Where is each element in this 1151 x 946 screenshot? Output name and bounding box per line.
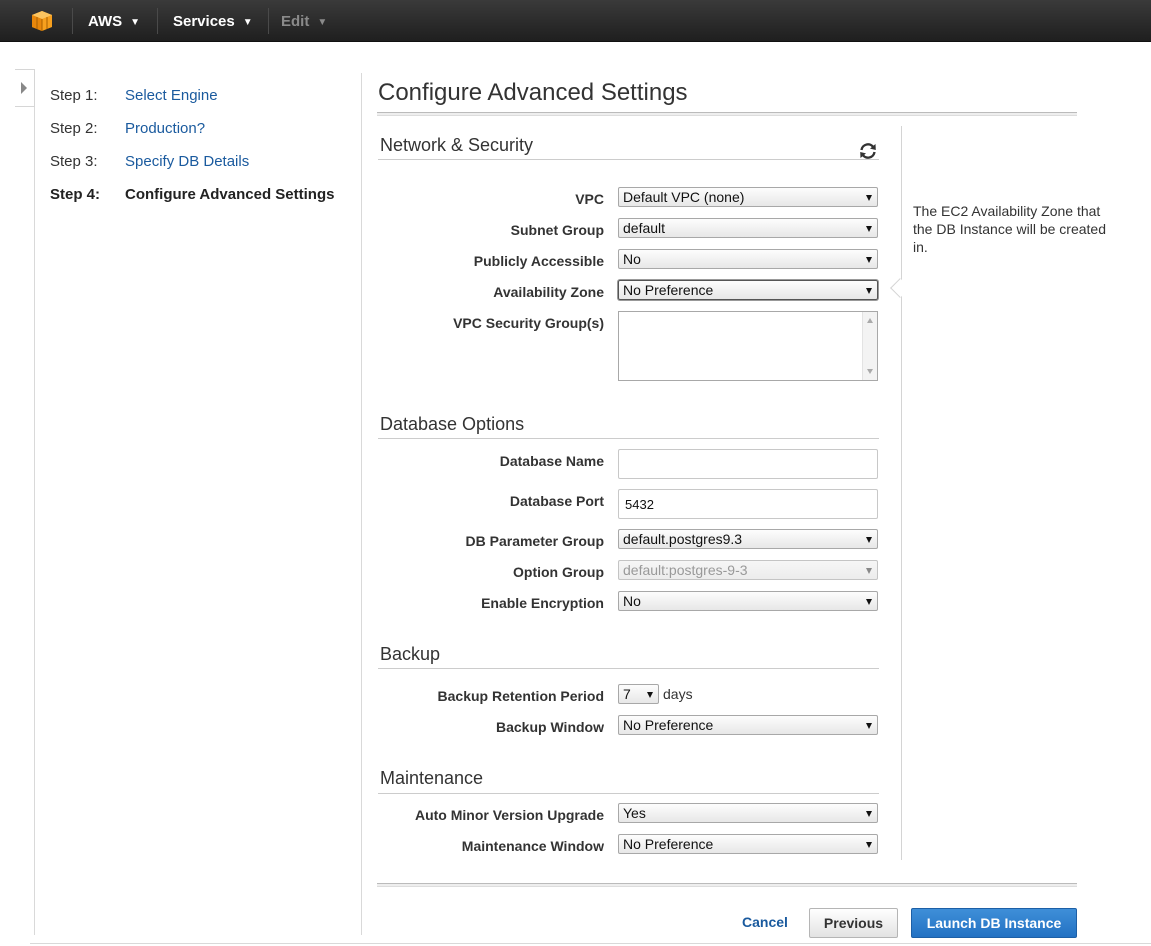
auto-minor-version-upgrade-label: Auto Minor Version Upgrade [414,807,604,823]
db-parameter-group-select[interactable]: default.postgres9.3 [618,529,878,549]
section-title-network-security: Network & Security [380,135,534,155]
chevron-down-icon: ▼ [242,17,253,28]
dropdown-arrow-icon [866,537,872,543]
step-link-production[interactable]: Production? [125,120,205,137]
section-divider [378,668,879,669]
bottom-divider [30,943,1151,944]
publicly-accessible-select-value: No [623,251,641,267]
aws-menu[interactable]: AWS ▼ [88,0,140,42]
scroll-up-arrow-icon[interactable] [867,318,873,323]
listbox-scrollbar[interactable] [862,312,877,380]
database-name-input[interactable] [618,449,878,479]
help-panel-border [901,126,902,860]
auto-minor-version-upgrade-select-value: Yes [623,805,646,821]
dropdown-arrow-icon [866,195,872,201]
section-title-backup: Backup [380,644,441,664]
chevron-down-icon: ▼ [317,17,328,28]
dropdown-arrow-icon [866,288,872,294]
dropdown-arrow-icon [866,257,872,263]
services-menu[interactable]: Services ▼ [173,0,253,42]
nav-divider [268,8,269,34]
dropdown-arrow-icon [866,723,872,729]
dropdown-arrow-icon [866,811,872,817]
db-parameter-group-label: DB Parameter Group [465,533,604,549]
dropdown-arrow-icon [866,226,872,232]
sidebar-divider [34,107,35,935]
section-title-maintenance: Maintenance [380,768,484,788]
retention-unit-label: days [663,686,693,702]
step-number: Step 4: [50,186,101,203]
nav-divider [72,8,73,34]
help-panel-pointer [890,278,910,298]
availability-zone-label: Availability Zone [493,284,604,300]
aws-cube-logo-icon[interactable] [30,9,54,33]
launch-db-instance-button[interactable]: Launch DB Instance [911,908,1077,938]
vpc-security-groups-label: VPC Security Group(s) [453,315,604,331]
vpc-label: VPC [575,191,604,207]
database-port-label: Database Port [509,493,604,509]
aws-menu-label: AWS [88,13,123,30]
backup-retention-period-select[interactable]: 7 [618,684,659,704]
step-link-select-engine[interactable]: Select Engine [125,87,218,104]
auto-minor-version-upgrade-select[interactable]: Yes [618,803,878,823]
scroll-down-arrow-icon[interactable] [867,369,873,374]
subnet-group-select-value: default [623,220,666,236]
nav-divider [157,8,158,34]
enable-encryption-label: Enable Encryption [481,595,604,611]
maintenance-window-select-value: No Preference [623,836,714,852]
backup-window-label: Backup Window [496,719,604,735]
dropdown-arrow-icon [866,568,872,574]
subnet-group-label: Subnet Group [510,222,604,238]
top-nav-bar: AWS ▼ Services ▼ Edit ▼ [0,0,1151,42]
cancel-button[interactable]: Cancel [742,914,788,930]
vpc-select-value: Default VPC (none) [623,189,745,205]
help-text: The EC2 Availability Zone that the DB In… [913,203,1106,255]
vpc-select[interactable]: Default VPC (none) [618,187,878,207]
enable-encryption-select-value: No [623,593,641,609]
previous-button[interactable]: Previous [809,908,898,938]
backup-retention-period-label: Backup Retention Period [437,688,604,704]
services-menu-label: Services [173,13,235,30]
backup-retention-period-select-value: 7 [623,686,631,702]
availability-zone-select-value: No Preference [623,282,714,298]
edit-menu[interactable]: Edit ▼ [281,0,327,42]
dropdown-arrow-icon [647,692,653,698]
publicly-accessible-label: Publicly Accessible [473,253,604,269]
step-number: Step 1: [50,87,98,104]
option-group-label: Option Group [513,564,604,580]
title-divider [377,112,1077,116]
edit-menu-label: Edit [281,13,310,30]
sidebar-toggle-button[interactable] [15,69,35,107]
vpc-security-groups-listbox[interactable] [618,311,878,381]
option-group-select[interactable]: default:postgres-9-3 [618,560,878,580]
database-port-input[interactable] [618,489,878,519]
backup-window-select[interactable]: No Preference [618,715,878,735]
database-name-label: Database Name [499,453,604,469]
step-link-specify-db-details[interactable]: Specify DB Details [125,153,249,170]
dropdown-arrow-icon [866,599,872,605]
step-label-current: Configure Advanced Settings [125,186,335,203]
page-title: Configure Advanced Settings [378,79,688,106]
maintenance-window-select[interactable]: No Preference [618,834,878,854]
dropdown-arrow-icon [866,842,872,848]
section-title-database-options: Database Options [380,414,525,434]
section-divider [378,793,879,794]
chevron-right-icon [21,82,27,94]
section-divider [378,438,879,439]
footer-divider [377,883,1077,887]
enable-encryption-select[interactable]: No [618,591,878,611]
content-divider [361,73,362,935]
db-parameter-group-select-value: default.postgres9.3 [623,531,743,547]
publicly-accessible-select[interactable]: No [618,249,878,269]
step-number: Step 2: [50,120,98,137]
backup-window-select-value: No Preference [623,717,714,733]
option-group-select-value: default:postgres-9-3 [623,562,748,578]
step-number: Step 3: [50,153,98,170]
section-divider [378,159,879,160]
maintenance-window-label: Maintenance Window [461,838,604,854]
availability-zone-select[interactable]: No Preference [618,280,878,300]
chevron-down-icon: ▼ [130,17,141,28]
subnet-group-select[interactable]: default [618,218,878,238]
